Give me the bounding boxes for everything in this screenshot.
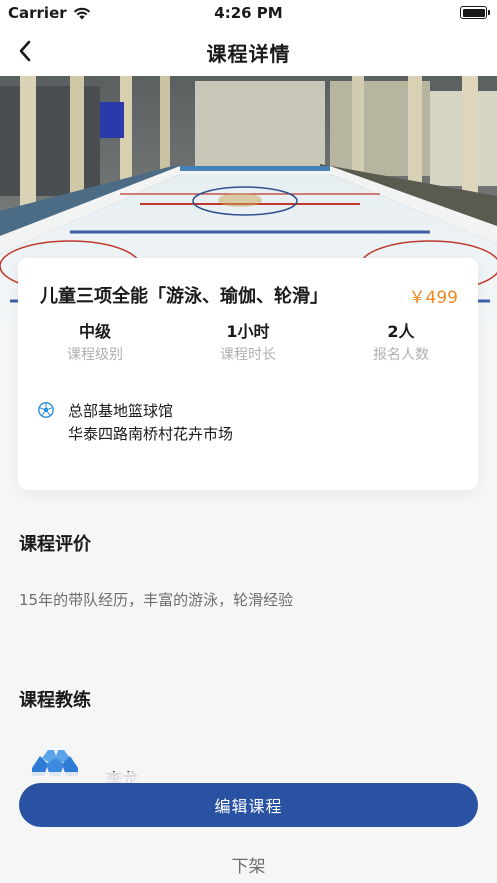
stat-label: 课程时长 — [220, 347, 276, 363]
stat-level: 中级 课程级别 — [20, 322, 170, 364]
stat-label: 课程级别 — [67, 347, 123, 363]
page-title: 课程详情 — [206, 42, 291, 66]
status-bar: Carrier 4:26 PM — [0, 0, 497, 26]
soccer-ball-icon — [38, 402, 54, 418]
take-offline-button[interactable]: 下架 — [0, 852, 497, 877]
clock: 4:26 PM — [214, 4, 283, 22]
stat-duration: 1小时 课程时长 — [173, 322, 323, 364]
course-stats: 中级 课程级别 1小时 课程时长 2人 报名人数 — [18, 322, 478, 372]
edit-course-button[interactable]: 编辑课程 — [19, 783, 478, 827]
stat-label: 报名人数 — [373, 347, 429, 363]
coach-section-title: 课程教练 — [19, 690, 91, 711]
course-price: ￥499 — [408, 288, 458, 308]
stat-enrolled: 2人 报名人数 — [326, 322, 476, 364]
course-info-card: 儿童三项全能「游泳、瑜伽、轮滑」 ￥499 中级 课程级别 1小时 课程时长 2… — [18, 258, 478, 490]
stat-value: 1小时 — [226, 322, 270, 341]
review-section-title: 课程评价 — [19, 534, 91, 555]
battery-icon — [460, 6, 490, 19]
venue-name: 总部基地篮球馆 — [68, 402, 174, 420]
stat-value: 2人 — [387, 322, 415, 341]
review-text: 15年的带队经历，丰富的游泳，轮滑经验 — [19, 591, 294, 609]
course-title: 儿童三项全能「游泳、瑜伽、轮滑」 — [40, 286, 328, 307]
stat-value: 中级 — [78, 322, 111, 341]
nav-bar: 课程详情 — [0, 26, 497, 76]
venue-address: 华泰四路南桥村花卉市场 — [68, 425, 234, 443]
screen: Carrier 4:26 PM 课程详情 儿童三项全能「游泳、瑜伽、轮滑」 ￥4… — [0, 0, 497, 883]
